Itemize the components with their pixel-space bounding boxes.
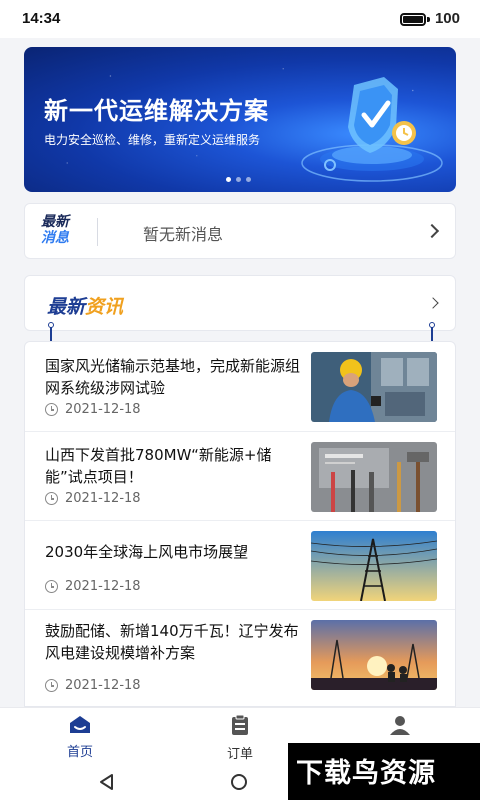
banner-title: 新一代运维解决方案 (44, 97, 269, 125)
news-header-title: 最新资讯 (47, 292, 123, 319)
news-thumbnail (311, 620, 437, 690)
tab-orders[interactable]: 订单 (200, 714, 280, 762)
news-header-part1: 最新 (47, 296, 86, 318)
status-time: 14:34 (22, 10, 61, 27)
banner-subtitle: 电力安全巡检、维修，重新定义运维服务 (44, 133, 261, 147)
news-item[interactable]: 鼓励配储、新增140万千瓦！辽宁发布风电建设规模增补方案 2021-12-18 (25, 610, 455, 706)
notice-text: 暂无新消息 (143, 225, 224, 244)
pagination-dot[interactable] (226, 177, 231, 182)
promo-banner[interactable]: 新一代运维解决方案 电力安全巡检、维修，重新定义运维服务 (24, 47, 456, 192)
news-title: 国家风光储输示范基地，完成新能源组网系统级涉网试验 (45, 357, 301, 397)
news-item[interactable]: 国家风光储输示范基地，完成新能源组网系统级涉网试验 2021-12-18 (25, 342, 455, 432)
news-thumbnail (311, 531, 437, 601)
news-date: 2021-12-18 (65, 491, 141, 506)
battery-tip (427, 17, 430, 22)
latest-message-logo: 最新 消息 (41, 214, 87, 246)
banner-pagination (226, 177, 251, 182)
news-date: 2021-12-18 (65, 678, 141, 693)
tab-orders-label: 订单 (226, 747, 253, 762)
news-date: 2021-12-18 (65, 402, 141, 417)
chevron-right-icon[interactable] (424, 223, 440, 239)
status-bar: 14:34 100 (0, 0, 480, 38)
back-icon[interactable] (98, 773, 116, 791)
clock-icon (45, 492, 58, 505)
watermark-overlay: 下载鸟资源 (288, 743, 480, 800)
pagination-dot[interactable] (246, 177, 251, 182)
news-title: 鼓励配储、新增140万千瓦！辽宁发布风电建设规模增补方案 (45, 622, 299, 662)
news-item[interactable]: 山西下发首批780MW“新能源+储能”试点项目！ 2021-12-18 (25, 432, 455, 521)
news-title: 2030年全球海上风电市场展望 (45, 543, 249, 561)
latest-news-header[interactable]: 最新资讯 (24, 275, 456, 331)
shield-illustration-icon (301, 77, 443, 182)
clock-icon (45, 679, 58, 692)
news-thumbnail (311, 442, 437, 512)
tab-home[interactable]: 首页 (40, 714, 120, 760)
pagination-dot[interactable] (236, 177, 241, 182)
news-date: 2021-12-18 (65, 579, 141, 594)
news-date-row: 2021-12-18 (45, 678, 141, 693)
news-title: 山西下发首批780MW“新能源+储能”试点项目！ (45, 446, 272, 486)
news-date-row: 2021-12-18 (45, 402, 141, 417)
news-header-part2: 资讯 (85, 296, 124, 318)
news-date-row: 2021-12-18 (45, 579, 141, 594)
clock-icon (45, 580, 58, 593)
home-circle-icon[interactable] (230, 773, 248, 791)
latest-message-card[interactable]: 最新 消息 暂无新消息 (24, 203, 456, 259)
clipboard-icon (232, 714, 248, 735)
tab-home-label: 首页 (66, 745, 93, 760)
chevron-right-icon[interactable] (427, 297, 439, 309)
news-item[interactable]: 2030年全球海上风电市场展望 2021-12-18 (25, 521, 455, 610)
battery-level: 100 (434, 10, 460, 27)
news-list: 国家风光储输示范基地，完成新能源组网系统级涉网试验 2021-12-18 山西下… (24, 341, 456, 707)
home-icon (70, 716, 90, 733)
watermark-text: 下载鸟资源 (296, 758, 436, 789)
user-icon (390, 716, 410, 735)
logo-line2: 消息 (41, 230, 69, 246)
divider (97, 218, 98, 246)
news-date-row: 2021-12-18 (45, 491, 141, 506)
logo-line1: 最新 (41, 214, 69, 230)
clock-icon (45, 403, 58, 416)
news-thumbnail (311, 352, 437, 422)
battery-icon (400, 13, 426, 26)
